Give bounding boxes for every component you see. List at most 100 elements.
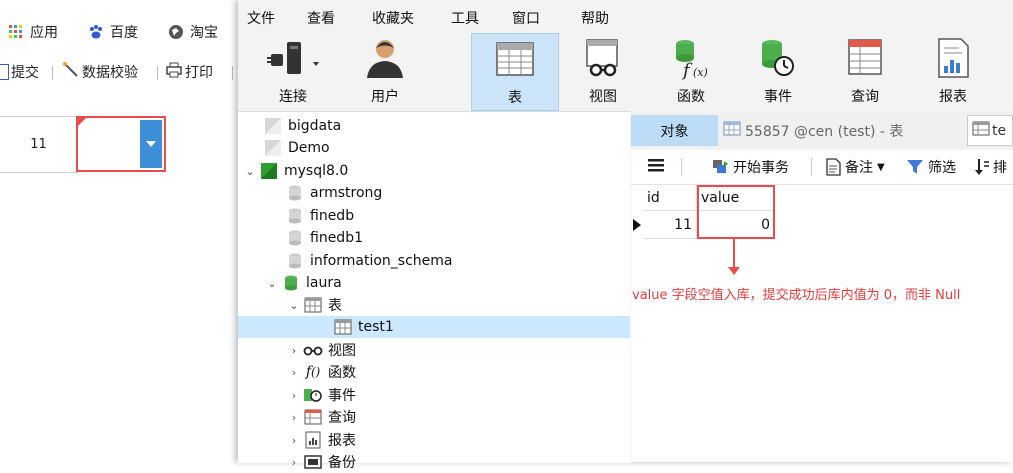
tab-table-test1[interactable]: te	[967, 115, 1013, 146]
column-header-value[interactable]: value	[697, 185, 775, 211]
database-icon	[284, 251, 306, 271]
chevron-right-icon[interactable]: ›	[286, 344, 302, 357]
toolbar-divider	[811, 158, 812, 176]
printer-icon	[165, 62, 183, 82]
toolbar-query-button[interactable]: 查询	[830, 33, 900, 111]
function-icon: f (x)	[669, 33, 713, 83]
event-icon	[756, 33, 800, 83]
tree-node-functions[interactable]: › f() 函数	[286, 361, 356, 383]
tab-objects[interactable]: 对象	[631, 115, 718, 146]
table-icon	[494, 34, 536, 84]
tab-bar: 对象 55857 @cen (test) - 表 te	[631, 111, 1013, 148]
tree-node-events[interactable]: › 事件	[286, 384, 356, 406]
tree-node-finedb1[interactable]: finedb1	[268, 227, 363, 249]
chevron-down-icon[interactable]: ⌄	[242, 165, 258, 178]
toolbar-event-button[interactable]: 事件	[743, 33, 813, 111]
sort-icon	[975, 159, 989, 175]
tree-node-views[interactable]: › 视图	[286, 339, 356, 361]
chevron-down-icon[interactable]: ⌄	[264, 277, 280, 290]
chevron-right-icon[interactable]: ›	[286, 389, 302, 402]
print-button[interactable]: 打印	[165, 62, 213, 82]
chevron-down-icon	[146, 141, 156, 147]
begin-transaction-button[interactable]: 开始事务	[711, 157, 789, 177]
annotation-arrow	[733, 239, 735, 269]
database-icon	[284, 228, 306, 248]
bookmark-baidu[interactable]: 百度	[88, 22, 138, 42]
tree-node-test1[interactable]: test1	[238, 316, 630, 338]
tree-node-demo[interactable]: Demo	[246, 137, 330, 159]
tab-table-test[interactable]: 55857 @cen (test) - 表	[719, 115, 963, 146]
hamburger-icon	[648, 159, 664, 172]
grid-toolbar: 开始事务 备注 ▼ 筛选 排	[631, 150, 1013, 185]
transaction-icon	[713, 160, 728, 173]
bookmark-label: 淘宝	[190, 25, 218, 41]
toolbar-function-button[interactable]: f (x) 函数	[656, 33, 726, 111]
tree-node-finedb[interactable]: finedb	[268, 205, 354, 227]
tree-node-tables[interactable]: ⌄ 表	[286, 294, 342, 316]
chevron-right-icon[interactable]: ›	[286, 411, 302, 424]
chevron-right-icon[interactable]: ›	[286, 366, 302, 379]
event-icon	[302, 385, 324, 405]
database-icon	[284, 206, 306, 226]
menu-file[interactable]: 文件	[247, 8, 275, 28]
mysql-connection-icon	[258, 161, 280, 181]
report-toolbar: 提交 数据校验 打印	[0, 58, 238, 86]
toolbar-user-button[interactable]: 用户	[350, 33, 420, 111]
hamburger-menu-button[interactable]	[647, 157, 665, 173]
id-cell[interactable]: 11	[0, 116, 78, 173]
column-header-id[interactable]: id	[643, 185, 697, 211]
chevron-right-icon[interactable]: ›	[286, 456, 302, 469]
baidu-paw-icon	[88, 24, 104, 40]
wand-icon	[62, 62, 80, 82]
toolbar-view-button[interactable]: 视图	[568, 33, 638, 111]
tree-node-information-schema[interactable]: information_schema	[268, 250, 453, 272]
globe-icon	[168, 24, 184, 40]
caret-down-icon: ▼	[877, 161, 885, 173]
toolbar-divider	[681, 158, 682, 176]
tree-node-reports[interactable]: › 报表	[286, 429, 356, 451]
menu-view[interactable]: 查看	[307, 8, 335, 28]
bookmark-apps[interactable]: 应用	[8, 22, 58, 42]
database-open-icon	[280, 273, 302, 293]
toolbar-report-button[interactable]: 报表	[918, 33, 988, 111]
bookmark-label: 应用	[30, 25, 58, 41]
navicat-window: 文件 查看 收藏夹 工具 窗口 帮助 连接 用户 表 视图 f (x) 函数 事…	[238, 0, 1013, 471]
report-icon	[302, 430, 324, 450]
query-icon	[302, 407, 324, 427]
toolbar-connect-button[interactable]: 连接	[258, 33, 328, 111]
connection-tree: bigdata Demo ⌄ mysql8.0 armstrong finedb…	[238, 111, 630, 471]
tree-node-armstrong[interactable]: armstrong	[268, 182, 382, 204]
tree-node-bigdata[interactable]: bigdata	[246, 115, 341, 137]
value-dropdown-cell[interactable]	[76, 116, 166, 172]
menu-help[interactable]: 帮助	[581, 8, 609, 28]
bookmark-label: 百度	[110, 25, 138, 41]
view-icon	[302, 340, 324, 360]
tree-node-laura[interactable]: ⌄ laura	[264, 272, 341, 294]
submit-icon	[0, 64, 9, 80]
cell-value[interactable]: 0	[697, 211, 775, 239]
bookmark-taobao[interactable]: 淘宝	[168, 22, 218, 42]
menu-tools[interactable]: 工具	[451, 8, 479, 28]
memo-icon	[826, 158, 841, 176]
sort-button[interactable]: 排	[975, 157, 1007, 177]
browser-panel: 应用 百度 淘宝 提交 数据校验 打印 11	[0, 0, 238, 462]
cell-id[interactable]: 11	[643, 211, 697, 239]
dropdown-button[interactable]	[140, 120, 162, 168]
filter-button[interactable]: 筛选	[906, 157, 956, 177]
menu-window[interactable]: 窗口	[512, 8, 540, 28]
memo-button[interactable]: 备注 ▼	[825, 157, 885, 177]
tree-node-backup[interactable]: › 备份	[286, 451, 356, 473]
data-grid: id value 11 0	[631, 185, 1013, 462]
backup-icon	[302, 452, 324, 472]
tree-node-mysql8[interactable]: ⌄ mysql8.0	[242, 160, 348, 182]
menu-favorites[interactable]: 收藏夹	[372, 8, 414, 28]
data-validate-button[interactable]: 数据校验	[62, 62, 138, 82]
chevron-right-icon[interactable]: ›	[286, 434, 302, 447]
table-icon	[723, 121, 741, 140]
report-icon	[931, 33, 975, 83]
submit-button[interactable]: 提交	[0, 62, 39, 82]
tree-node-queries[interactable]: › 查询	[286, 406, 356, 428]
toolbar-divider	[52, 66, 53, 80]
toolbar-table-button[interactable]: 表	[471, 33, 559, 111]
chevron-down-icon[interactable]: ⌄	[286, 299, 302, 312]
